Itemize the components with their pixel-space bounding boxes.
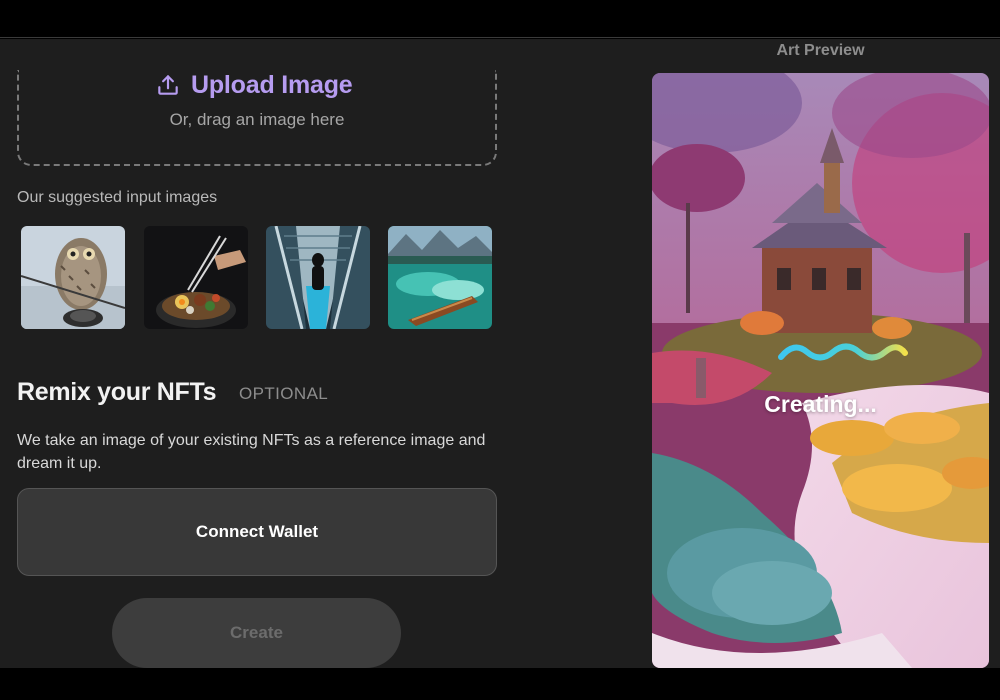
- optional-label: OPTIONAL: [239, 384, 329, 403]
- art-preview-illustration: [652, 73, 989, 668]
- upload-hint: Or, drag an image here: [169, 110, 345, 129]
- connect-wallet-button[interactable]: Connect Wallet: [17, 488, 497, 576]
- upload-label: Upload Image: [191, 70, 353, 99]
- bottom-bar: [0, 668, 1000, 700]
- suggested-image-boat[interactable]: [388, 226, 492, 329]
- suggested-image-owl[interactable]: [21, 226, 125, 329]
- upload-image-button[interactable]: Upload Image: [155, 69, 353, 101]
- suggested-image-food[interactable]: [144, 226, 248, 329]
- art-preview-image: Creating...: [652, 73, 989, 668]
- suggested-image-escalator[interactable]: [266, 226, 370, 329]
- remix-title: Remix your NFTs: [17, 378, 217, 406]
- upload-icon: [158, 75, 178, 95]
- remix-description: We take an image of your existing NFTs a…: [17, 432, 486, 472]
- art-preview-title: Art Preview: [776, 42, 865, 59]
- top-bar: [0, 0, 1000, 38]
- create-button[interactable]: Create: [112, 598, 401, 668]
- wave-loader-icon: [778, 343, 908, 361]
- creating-status: Creating...: [764, 391, 877, 417]
- suggested-images-title: Our suggested input images: [17, 189, 218, 206]
